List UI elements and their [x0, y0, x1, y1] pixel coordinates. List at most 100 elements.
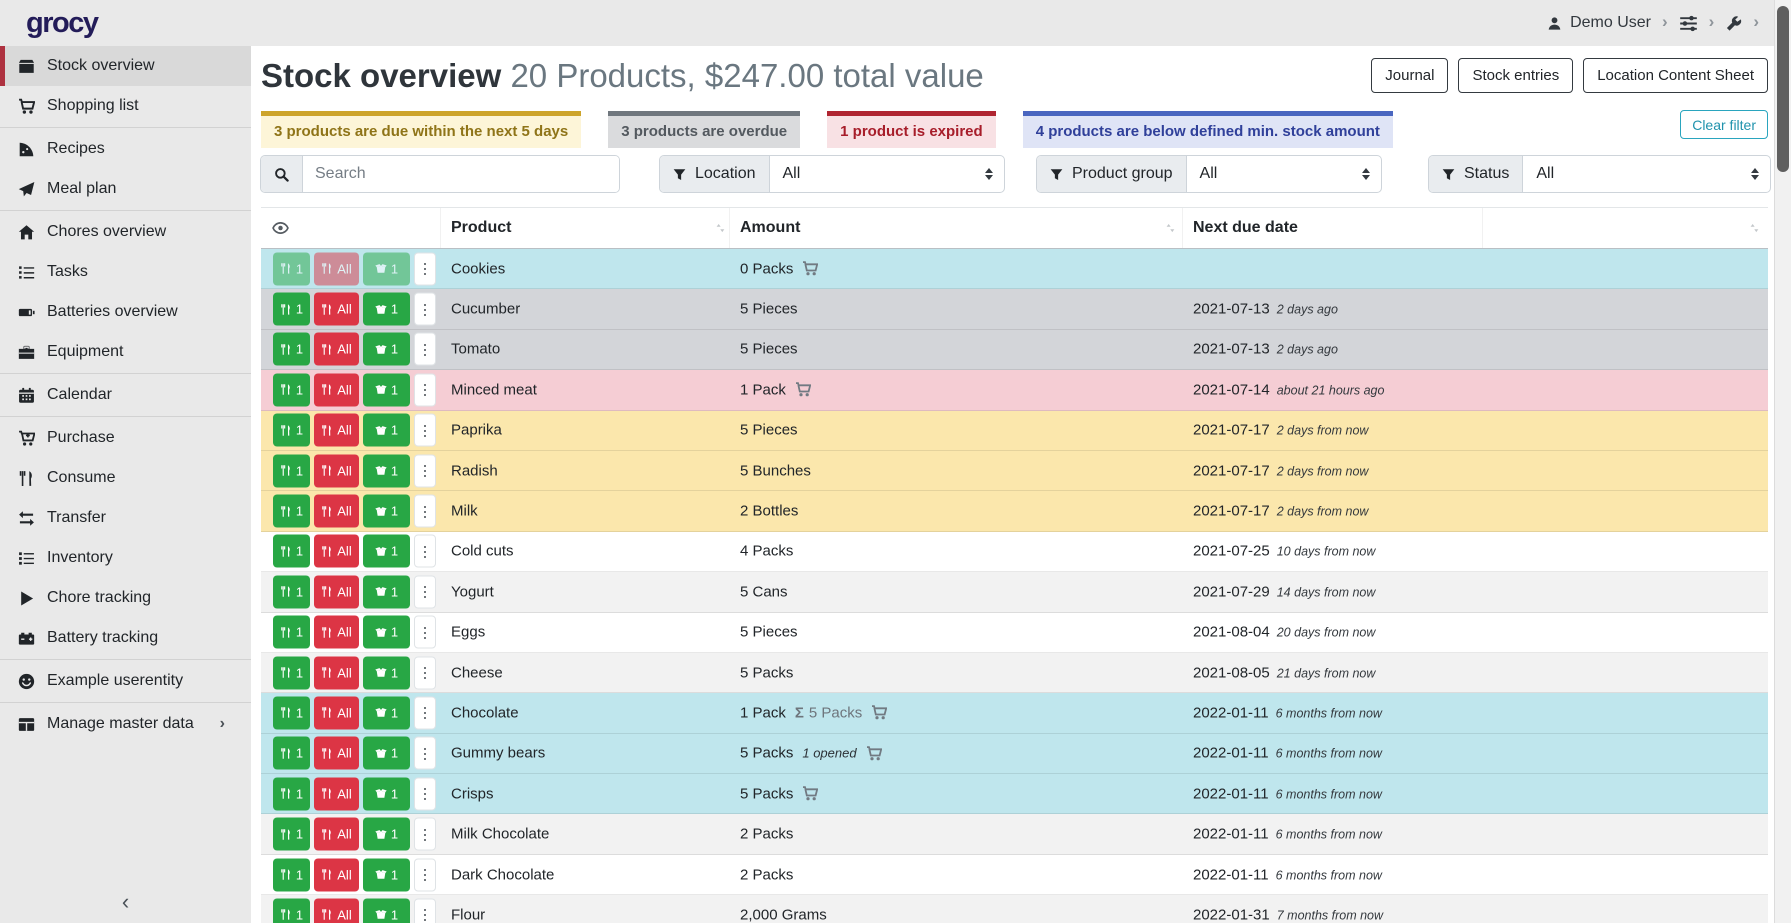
open-one-button[interactable]: 1 — [363, 535, 410, 568]
consume-one-button[interactable]: 1 — [273, 414, 310, 447]
row-menu-button[interactable]: ⋮ — [414, 656, 436, 689]
consume-all-button[interactable]: All — [314, 858, 359, 891]
app-logo[interactable]: grocy — [26, 7, 97, 40]
scrollbar[interactable] — [1774, 0, 1791, 923]
consume-one-button[interactable]: 1 — [273, 333, 310, 366]
sidebar-item-stock-overview[interactable]: Stock overview — [0, 46, 251, 86]
sidebar-item-inventory[interactable]: Inventory — [0, 538, 251, 578]
consume-one-button[interactable]: 1 — [273, 818, 310, 851]
consume-one-button[interactable]: 1 — [273, 293, 310, 326]
consume-one-button[interactable]: 1 — [273, 535, 310, 568]
consume-one-button[interactable]: 1 — [273, 616, 310, 649]
stock-entries-button[interactable]: Stock entries — [1458, 58, 1573, 93]
consume-one-button[interactable]: 1 — [273, 454, 310, 487]
open-one-button[interactable]: 1 — [363, 333, 410, 366]
row-menu-button[interactable]: ⋮ — [414, 333, 436, 366]
row-menu-button[interactable]: ⋮ — [414, 495, 436, 528]
eye-icon[interactable] — [272, 220, 289, 237]
open-one-button[interactable]: 1 — [363, 414, 410, 447]
scrollbar-thumb[interactable] — [1777, 6, 1789, 172]
journal-button[interactable]: Journal — [1371, 58, 1448, 93]
sidebar-item-transfer[interactable]: Transfer — [0, 498, 251, 538]
consume-one-button[interactable]: 1 — [273, 696, 310, 729]
filter-select-location[interactable]: All — [770, 156, 1005, 192]
consume-one-button[interactable]: 1 — [273, 373, 310, 406]
consume-all-button[interactable]: All — [314, 898, 359, 923]
consume-all-button[interactable]: All — [314, 575, 359, 608]
location-content-sheet-button[interactable]: Location Content Sheet — [1583, 58, 1768, 93]
consume-all-button[interactable]: All — [314, 252, 359, 285]
sidebar-item-tasks[interactable]: Tasks — [0, 252, 251, 292]
sidebar-item-meal-plan[interactable]: Meal plan — [0, 169, 251, 209]
sort-icon[interactable] — [1748, 222, 1761, 235]
consume-all-button[interactable]: All — [314, 818, 359, 851]
consume-all-button[interactable]: All — [314, 373, 359, 406]
open-one-button[interactable]: 1 — [363, 495, 410, 528]
consume-all-button[interactable]: All — [314, 535, 359, 568]
search-input[interactable] — [303, 156, 619, 192]
open-one-button[interactable]: 1 — [363, 858, 410, 891]
settings-menu[interactable] — [1679, 14, 1698, 33]
row-menu-button[interactable]: ⋮ — [414, 777, 436, 810]
row-menu-button[interactable]: ⋮ — [414, 414, 436, 447]
column-header-next-due-date[interactable]: Next due date — [1193, 219, 1298, 237]
consume-all-button[interactable]: All — [314, 293, 359, 326]
consume-one-button[interactable]: 1 — [273, 898, 310, 923]
sidebar-item-chore-tracking[interactable]: Chore tracking — [0, 578, 251, 618]
sidebar-item-batteries-overview[interactable]: Batteries overview — [0, 292, 251, 332]
sidebar-item-battery-tracking[interactable]: Battery tracking — [0, 618, 251, 658]
open-one-button[interactable]: 1 — [363, 252, 410, 285]
admin-menu[interactable] — [1725, 15, 1742, 32]
row-menu-button[interactable]: ⋮ — [414, 454, 436, 487]
open-one-button[interactable]: 1 — [363, 696, 410, 729]
consume-all-button[interactable]: All — [314, 414, 359, 447]
consume-one-button[interactable]: 1 — [273, 737, 310, 770]
consume-all-button[interactable]: All — [314, 495, 359, 528]
consume-one-button[interactable]: 1 — [273, 252, 310, 285]
sidebar-item-calendar[interactable]: Calendar — [0, 375, 251, 415]
open-one-button[interactable]: 1 — [363, 656, 410, 689]
open-one-button[interactable]: 1 — [363, 454, 410, 487]
sidebar-item-shopping-list[interactable]: Shopping list — [0, 86, 251, 126]
open-one-button[interactable]: 1 — [363, 293, 410, 326]
open-one-button[interactable]: 1 — [363, 777, 410, 810]
open-one-button[interactable]: 1 — [363, 575, 410, 608]
filter-select-product-group[interactable]: All — [1187, 156, 1381, 192]
consume-one-button[interactable]: 1 — [273, 656, 310, 689]
row-menu-button[interactable]: ⋮ — [414, 818, 436, 851]
sidebar-collapse-button[interactable]: ‹ — [0, 889, 251, 915]
row-menu-button[interactable]: ⋮ — [414, 898, 436, 923]
row-menu-button[interactable]: ⋮ — [414, 373, 436, 406]
consume-all-button[interactable]: All — [314, 777, 359, 810]
row-menu-button[interactable]: ⋮ — [414, 696, 436, 729]
row-menu-button[interactable]: ⋮ — [414, 858, 436, 891]
sidebar-item-purchase[interactable]: Purchase — [0, 418, 251, 458]
consume-all-button[interactable]: All — [314, 696, 359, 729]
column-header-product[interactable]: Product — [451, 219, 511, 237]
row-menu-button[interactable]: ⋮ — [414, 535, 436, 568]
consume-one-button[interactable]: 1 — [273, 575, 310, 608]
row-menu-button[interactable]: ⋮ — [414, 616, 436, 649]
sort-icon[interactable] — [714, 222, 727, 235]
consume-all-button[interactable]: All — [314, 333, 359, 366]
open-one-button[interactable]: 1 — [363, 818, 410, 851]
sidebar-item-chores-overview[interactable]: Chores overview — [0, 212, 251, 252]
sidebar-item-consume[interactable]: Consume — [0, 458, 251, 498]
consume-one-button[interactable]: 1 — [273, 777, 310, 810]
clear-filter-button[interactable]: Clear filter — [1680, 110, 1768, 139]
sort-icon[interactable] — [1164, 222, 1177, 235]
consume-all-button[interactable]: All — [314, 616, 359, 649]
consume-one-button[interactable]: 1 — [273, 495, 310, 528]
sidebar-item-equipment[interactable]: Equipment — [0, 332, 251, 372]
open-one-button[interactable]: 1 — [363, 737, 410, 770]
open-one-button[interactable]: 1 — [363, 616, 410, 649]
filter-select-status[interactable]: All — [1523, 156, 1770, 192]
open-one-button[interactable]: 1 — [363, 373, 410, 406]
sidebar-item-recipes[interactable]: Recipes — [0, 129, 251, 169]
row-menu-button[interactable]: ⋮ — [414, 293, 436, 326]
sidebar-item-example-userentity[interactable]: Example userentity — [0, 661, 251, 701]
sidebar-item-manage-master-data[interactable]: Manage master data› — [0, 704, 251, 744]
user-menu[interactable]: Demo User — [1547, 14, 1651, 32]
consume-all-button[interactable]: All — [314, 656, 359, 689]
row-menu-button[interactable]: ⋮ — [414, 252, 436, 285]
